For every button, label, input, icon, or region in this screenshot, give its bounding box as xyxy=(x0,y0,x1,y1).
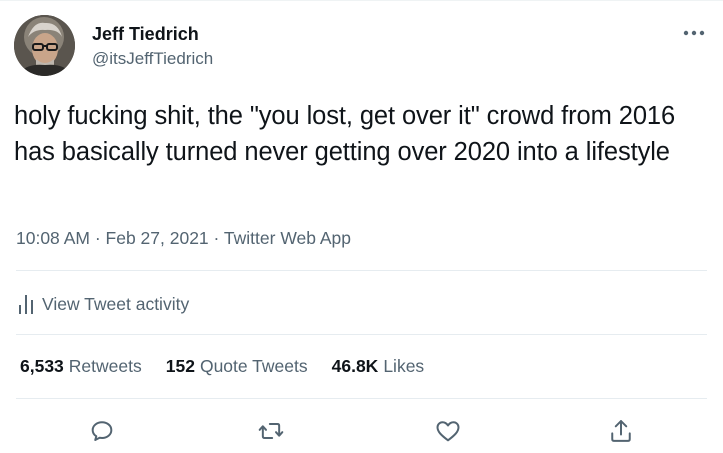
divider xyxy=(16,398,707,399)
quote-tweets-stat[interactable]: 152 Quote Tweets xyxy=(166,356,308,377)
tweet-stats: 6,533 Retweets 152 Quote Tweets 46.8K Likes xyxy=(20,356,448,377)
tweet-text: holy fucking shit, the "you lost, get ov… xyxy=(14,102,676,166)
divider xyxy=(16,334,707,335)
meta-separator: · xyxy=(213,228,224,248)
meta-separator: · xyxy=(94,228,106,248)
likes-stat[interactable]: 46.8K Likes xyxy=(332,356,425,377)
likes-label: Likes xyxy=(383,356,425,376)
quote-tweets-label: Quote Tweets xyxy=(199,356,308,376)
retweets-label: Retweets xyxy=(68,356,142,376)
bar-chart-icon xyxy=(19,295,33,314)
divider xyxy=(16,270,707,271)
tweet-time[interactable]: 10:08 AM xyxy=(16,228,90,248)
heart-icon xyxy=(436,421,460,442)
reply-icon xyxy=(91,421,113,441)
view-tweet-activity-label: View Tweet activity xyxy=(42,293,190,314)
retweets-count: 6,533 xyxy=(20,356,64,376)
avatar[interactable] xyxy=(14,15,75,76)
like-button[interactable] xyxy=(434,417,462,445)
likes-count: 46.8K xyxy=(331,356,379,376)
author-display-name[interactable]: Jeff Tiedrich xyxy=(92,24,199,45)
retweet-icon xyxy=(258,423,284,439)
more-options-icon[interactable] xyxy=(681,24,707,42)
share-button[interactable] xyxy=(607,417,635,445)
author-handle[interactable]: @itsJeffTiedrich xyxy=(92,49,213,69)
tweet-meta: 10:08 AM · Feb 27, 2021 · Twitter Web Ap… xyxy=(16,228,351,249)
retweet-button[interactable] xyxy=(257,417,285,445)
tweet-source[interactable]: Twitter Web App xyxy=(224,228,351,248)
tweet-date[interactable]: Feb 27, 2021 xyxy=(106,228,209,248)
reply-button[interactable] xyxy=(88,417,116,445)
share-icon xyxy=(611,420,631,442)
top-divider xyxy=(0,0,723,1)
retweets-stat[interactable]: 6,533 Retweets xyxy=(20,356,142,377)
view-tweet-activity-button[interactable]: View Tweet activity xyxy=(18,292,189,316)
quote-tweets-count: 152 xyxy=(165,356,195,376)
